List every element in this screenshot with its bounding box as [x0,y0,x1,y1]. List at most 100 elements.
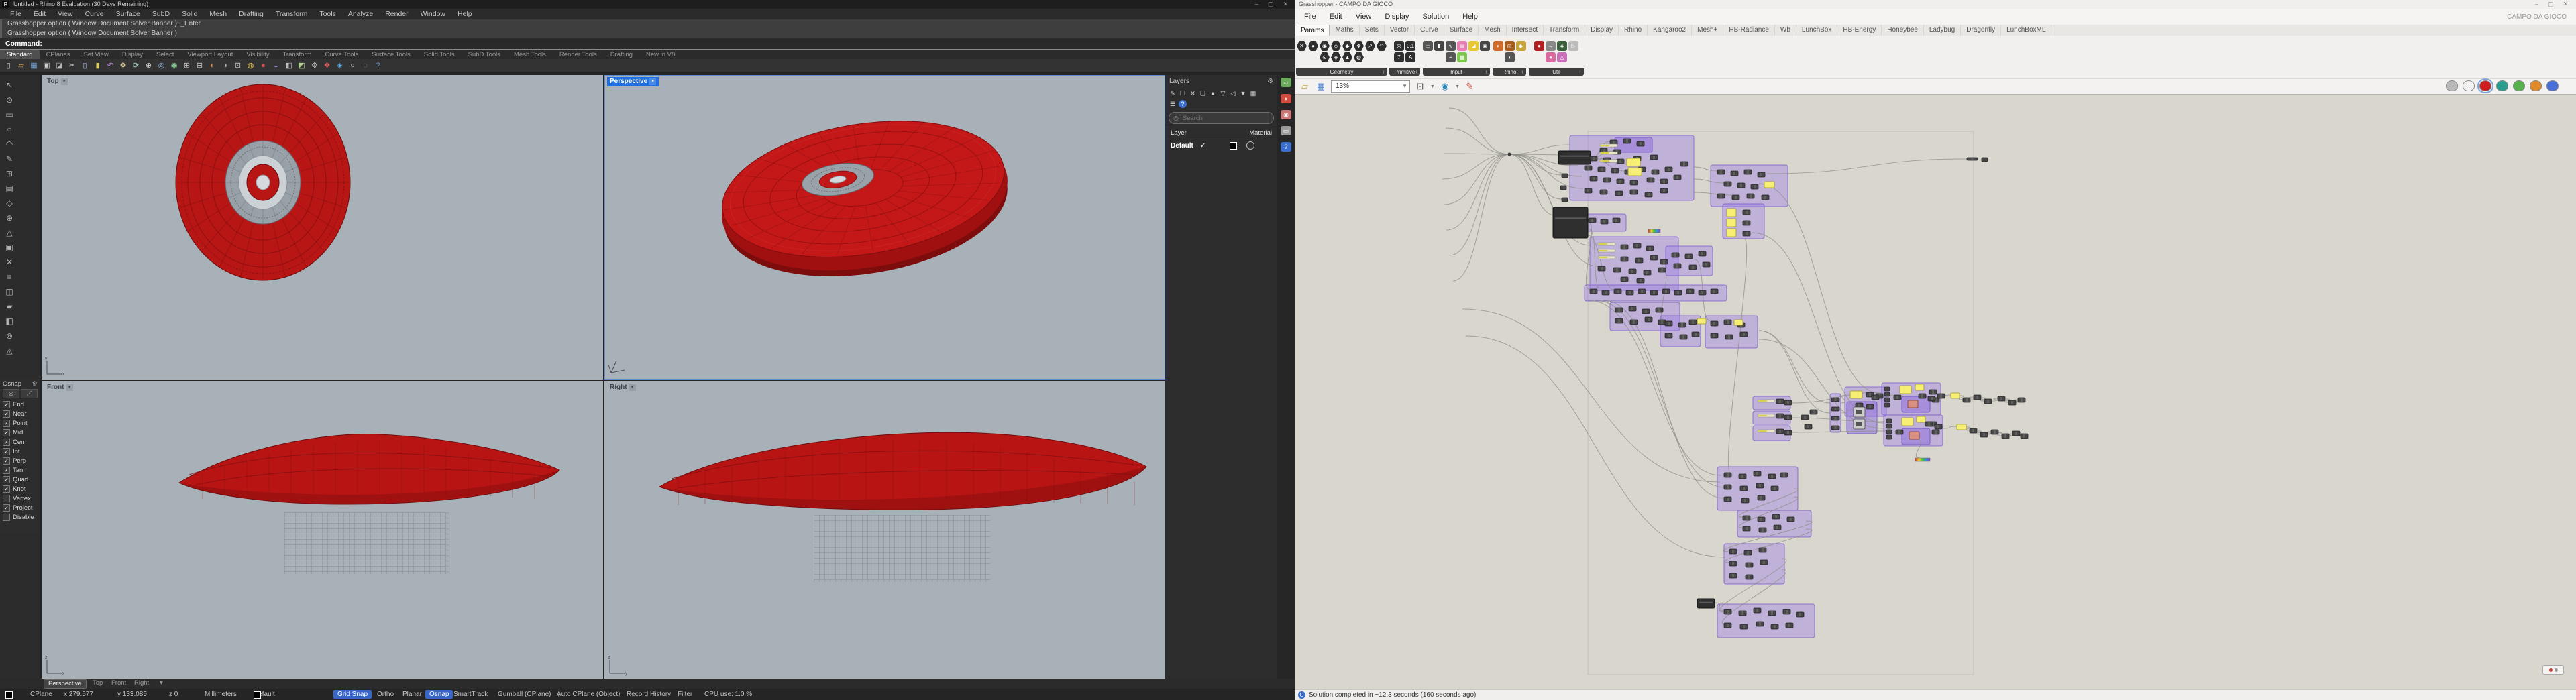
layers-tool-icon-8[interactable]: ▦ [1249,89,1257,97]
geometry-component-icon-8[interactable]: ⊙ [1320,52,1330,62]
toolbar-tab-solid-tools[interactable]: Solid Tools [417,50,462,59]
viewport-tab-add[interactable]: ▾ [156,679,167,687]
util-component-icon-1[interactable]: → [1546,41,1556,51]
gh-panel-node[interactable] [1915,384,1925,391]
gh-tab-curve[interactable]: Curve [1415,25,1444,36]
chevron-down-icon[interactable]: ▼ [629,384,636,391]
render-preview-icon[interactable]: ◑ [219,60,231,71]
tool-icon-12[interactable]: ✕ [2,255,17,270]
gh-canvas[interactable] [1295,95,2576,689]
checkbox-icon[interactable]: ✓ [3,466,10,474]
toolbar-tab-curve-tools[interactable]: Curve Tools [318,50,365,59]
gh-node[interactable] [1884,386,1890,392]
rhino-menu-surface[interactable]: Surface [110,9,146,19]
osnap-option-knot[interactable]: ✓ Knot [0,484,40,493]
osnap-option-point[interactable]: ✓ Point [0,418,40,428]
geometry-component-icon-11[interactable]: ◍ [1354,52,1364,62]
gh-node[interactable] [1884,397,1890,402]
gh-tab-honeybee[interactable]: Honeybee [1882,25,1924,36]
tool-icon-18[interactable]: ◬ [2,343,17,358]
chevron-down-icon[interactable]: ▼ [1430,84,1435,89]
chevron-down-icon[interactable]: ▼ [60,78,68,85]
input-component-icon-4[interactable]: ◢ [1468,41,1479,51]
input-component-icon-7[interactable]: ▦ [1457,52,1467,62]
zoom-select[interactable]: 13% ▼ [1331,80,1410,93]
layers-tool-icon-1[interactable]: ❐ [1179,89,1187,97]
gh-tab-intersect[interactable]: Intersect [1507,25,1544,36]
gh-node[interactable] [1560,185,1567,190]
gh-tab-kangaroo2[interactable]: Kangaroo2 [1648,25,1693,36]
chevron-down-icon[interactable]: ▼ [66,384,73,391]
util-component-icon-2[interactable]: ♣ [1557,41,1567,51]
shade-icon[interactable]: ◐ [207,60,218,71]
tool-icon-7[interactable]: ▤ [2,181,17,196]
checkbox-icon[interactable]: ✓ [3,504,10,512]
gh-node[interactable] [1981,157,1988,162]
gh-panel-node[interactable] [1626,158,1641,167]
tool-icon-2[interactable]: ▭ [2,107,17,122]
viewport-tab-top[interactable]: Top [89,679,107,687]
display-tab-icon[interactable]: ◉ [1281,110,1291,119]
layer-search[interactable]: ◎ [1169,112,1274,124]
layer-row-default[interactable]: Default ✓ [1165,139,1277,152]
gh-tab-lunchbox[interactable]: LunchBox [1796,25,1838,36]
rhino-menu-subd[interactable]: SubD [146,9,176,19]
rhino-component-icon-1[interactable]: ◎ [1504,41,1515,51]
layers-tool-icon-4[interactable]: ▲ [1209,89,1217,97]
input-component-icon-5[interactable]: ◉ [1480,41,1490,51]
display-mode-5[interactable] [2530,80,2542,91]
smarttrack-tab-icon[interactable]: ⋰ [21,389,38,398]
gh-menu-solution[interactable]: Solution [1415,13,1456,21]
status-osnap[interactable]: Osnap [425,690,453,699]
preview-eye-icon[interactable]: ◉ [1439,80,1451,93]
gh-cluster-node[interactable] [1558,150,1591,165]
window-button[interactable]: – [2535,0,2538,9]
display-mode-3[interactable] [2496,80,2508,91]
new-file-icon[interactable]: ▯ [3,60,14,71]
osnap-option-perp[interactable]: ✓ Perp [0,456,40,465]
chevron-down-icon[interactable]: ▼ [1455,84,1460,89]
display-mode-4[interactable] [2513,80,2525,91]
osnap-option-mid[interactable]: ✓ Mid [0,428,40,437]
record-icon[interactable]: ● [258,60,269,71]
gh-tab-wb[interactable]: Wb [1775,25,1796,36]
osnap-option-int[interactable]: ✓ Int [0,447,40,456]
tool-icon-6[interactable]: ⊞ [2,166,17,181]
split-view-icon[interactable]: ⊟ [194,60,205,71]
sketch-pen-icon[interactable]: ✎ [1464,80,1476,93]
gh-tab-display[interactable]: Display [1585,25,1619,36]
open-icon[interactable]: ▱ [1299,80,1311,93]
geometry-component-icon-1[interactable]: ● [1308,41,1318,51]
toolbar-tab-standard[interactable]: Standard [0,50,40,59]
viewport-tab-front[interactable]: Front [107,679,130,687]
zoom-window-icon[interactable]: ◎ [156,60,167,71]
toolbar-tab-select[interactable]: Select [150,50,180,59]
checkbox-icon[interactable]: ✓ [3,428,10,436]
gh-menu-help[interactable]: Help [1456,13,1485,21]
cut-icon[interactable]: ✂ [66,60,78,71]
geometry-component-icon-9[interactable]: ◈ [1331,52,1341,62]
geometry-component-icon-5[interactable]: ❖ [1354,41,1364,51]
primitive-component-icon-2[interactable]: 7 [1394,52,1404,62]
geometry-component-icon-4[interactable]: ◆ [1342,41,1352,51]
status-grid-snap[interactable]: Grid Snap [333,690,372,699]
viewport-top[interactable]: Top ▼ xy [42,75,603,380]
toolbar-tab-subd-tools[interactable]: SubD Tools [462,50,507,59]
toolbar-tab-drafting[interactable]: Drafting [604,50,639,59]
expand-plus-icon[interactable]: + [1415,68,1418,76]
status-cpu-use-1-0-[interactable]: CPU use: 1.0 % [704,690,752,699]
toolbar-tab-transform[interactable]: Transform [276,50,318,59]
gh-tab-vector[interactable]: Vector [1385,25,1415,36]
gh-tab-transform[interactable]: Transform [1544,25,1586,36]
help-icon[interactable]: ? [372,60,384,71]
window-button[interactable]: ▢ [1268,0,1274,9]
layers-tool-icon-2[interactable]: ✕ [1189,89,1197,97]
viewport-tab-perspective[interactable]: Perspective [44,679,87,689]
toolbar-tab-display[interactable]: Display [115,50,150,59]
osnap-option-tan[interactable]: ✓ Tan [0,465,40,475]
expand-plus-icon[interactable]: + [1521,68,1524,76]
rhino-component-icon-2[interactable]: ◆ [1515,41,1526,51]
rhino-menu-file[interactable]: File [4,9,28,19]
display-mode-2[interactable] [2477,78,2493,93]
gh-tab-dragonfly[interactable]: Dragonfly [1961,25,2002,36]
